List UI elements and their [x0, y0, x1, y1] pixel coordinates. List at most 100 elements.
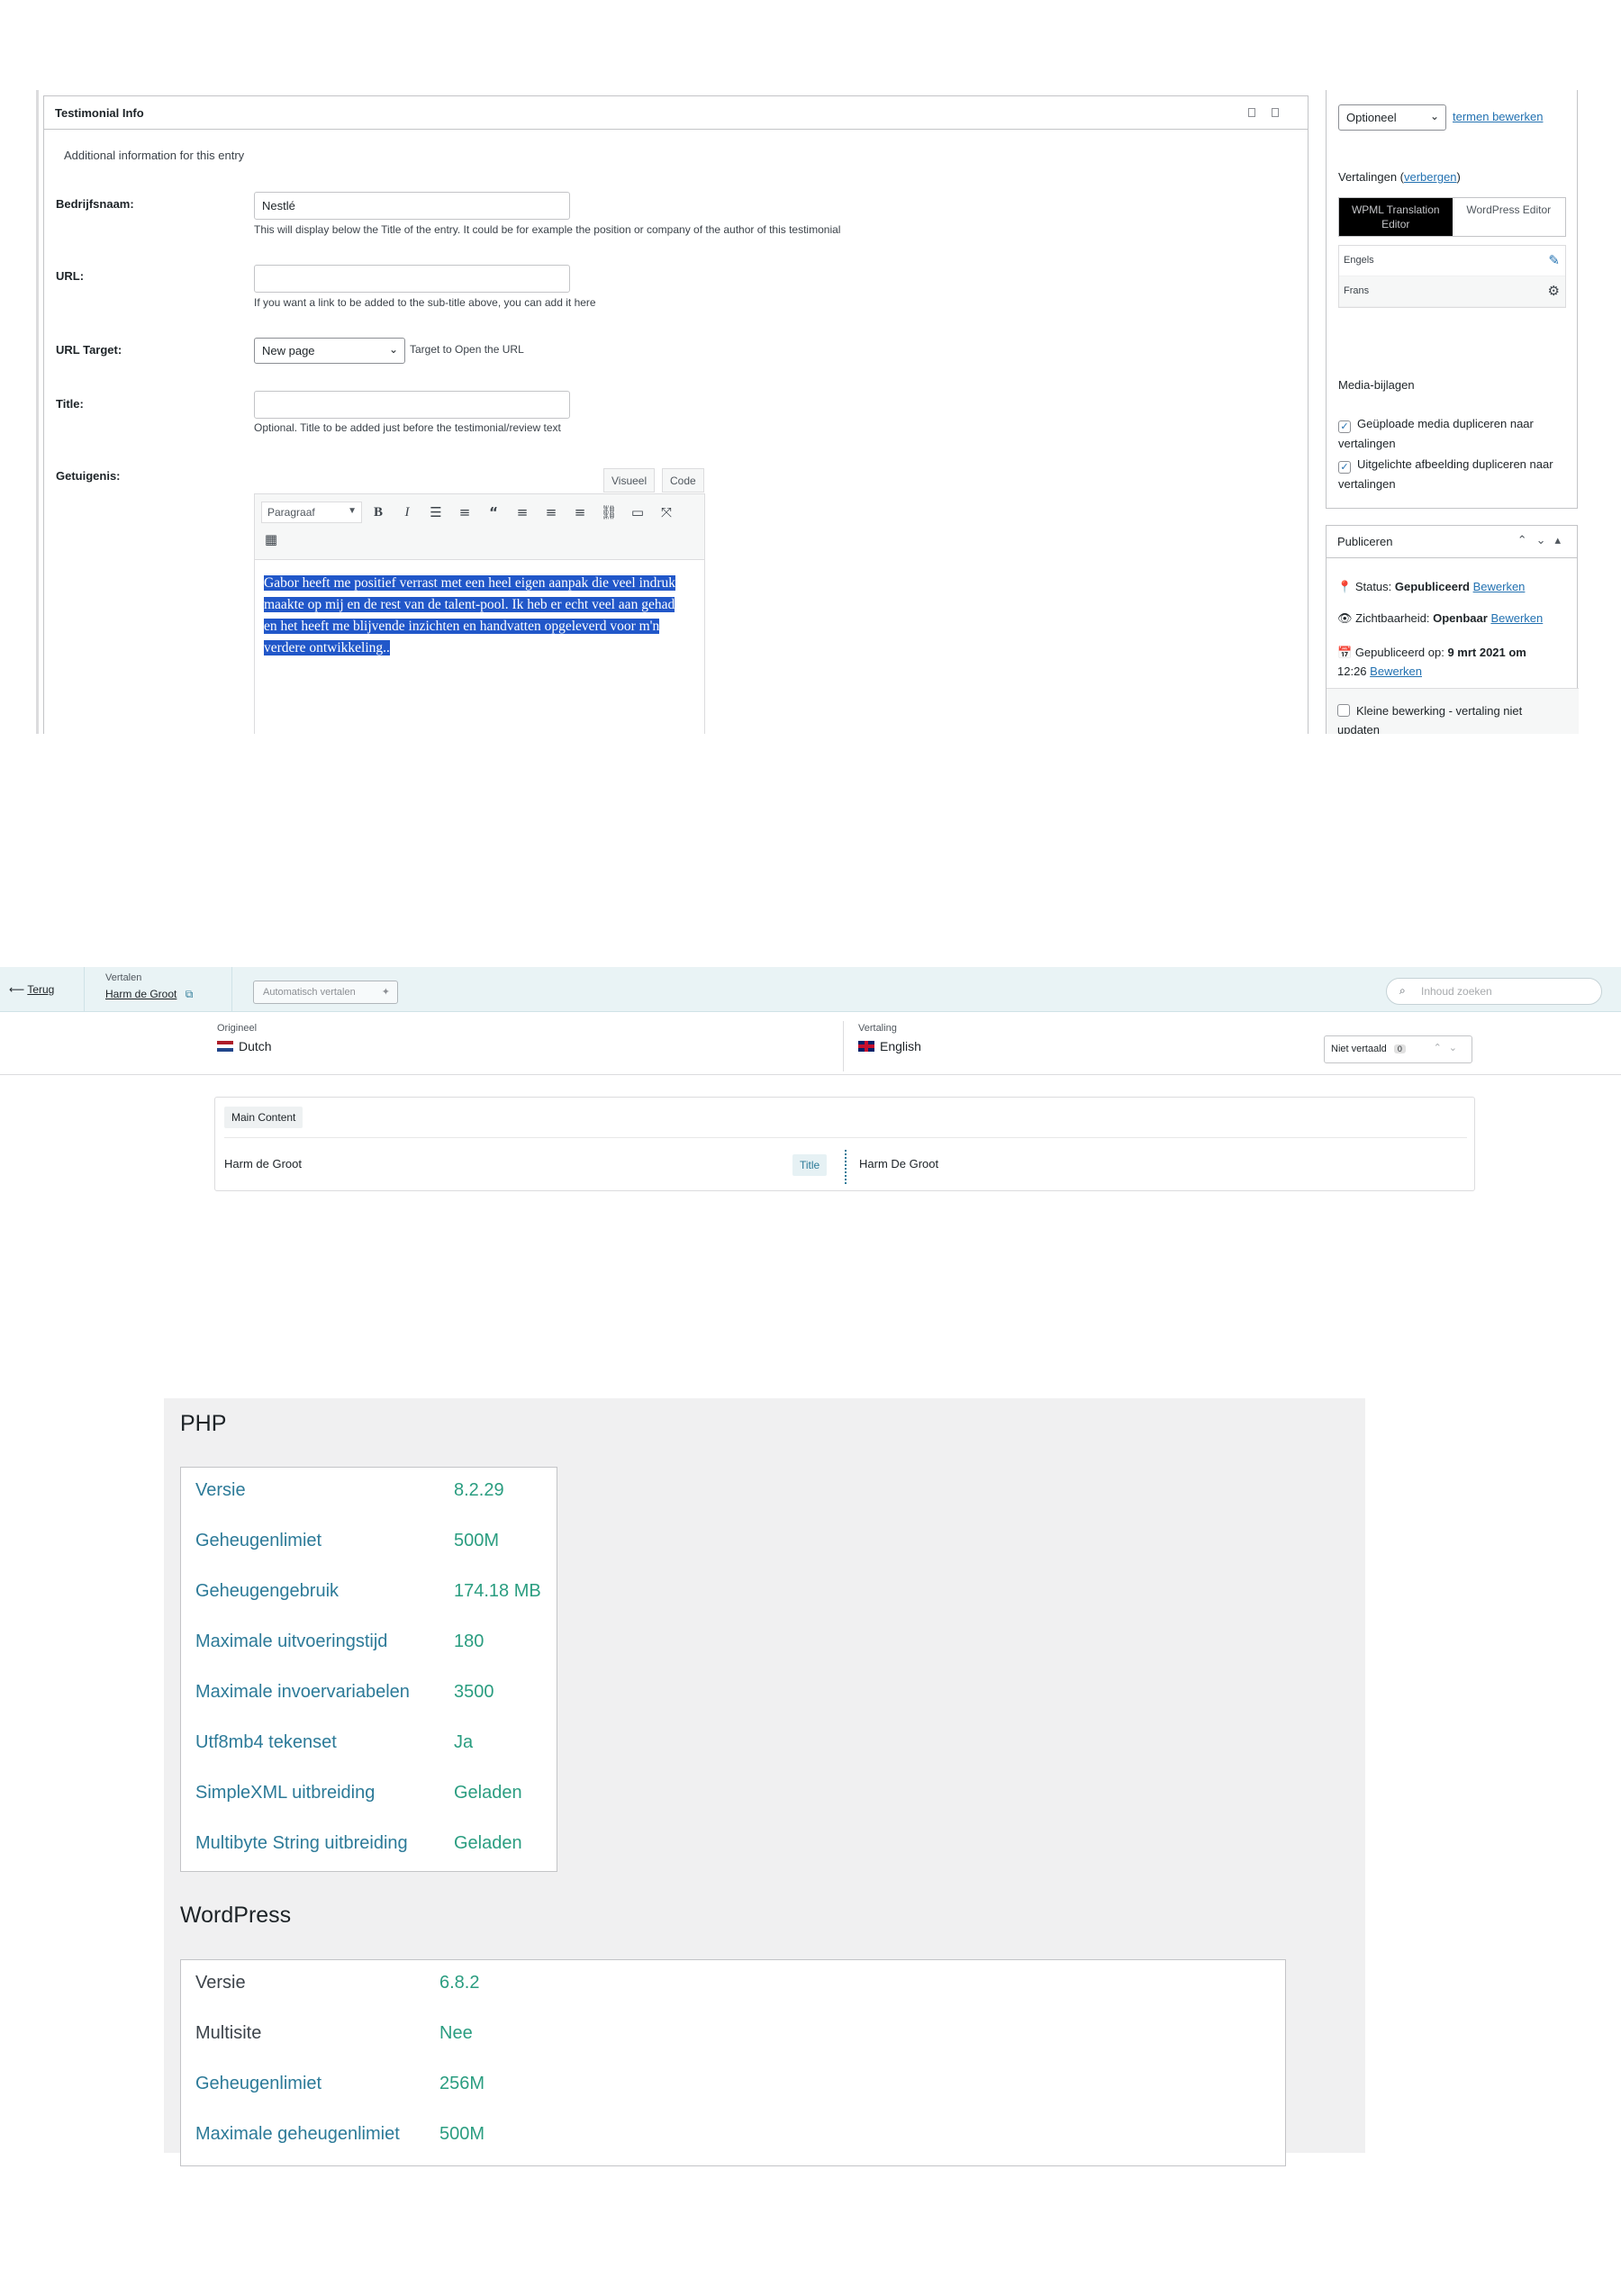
move-up-icon[interactable] [1248, 108, 1255, 117]
link-icon[interactable]: ⛓ [599, 502, 619, 522]
checkbox-checked-icon[interactable]: ✓ [1338, 461, 1351, 474]
url-target-select[interactable]: New page ⌄ [254, 338, 405, 364]
divider [224, 1137, 1467, 1138]
media-option-1[interactable]: ✓ Geüploade media dupliceren naar vertali… [1338, 414, 1568, 454]
table-row: Maximale invoervariabelen 3500 [181, 1669, 557, 1720]
nav-arrows-icon[interactable]: ⌃⌄ [1434, 1042, 1464, 1053]
company-hint: This will display below the Title of the… [254, 223, 841, 236]
visibility-line: 👁 Zichtbaarheid: Openbaar Bewerken [1337, 611, 1543, 626]
field-separator [845, 1150, 847, 1184]
align-center-icon[interactable]: ≡ [541, 502, 561, 522]
post-title-link[interactable]: Harm de Groot ⧉ [105, 988, 193, 1001]
original-language-name: Dutch [239, 1039, 272, 1053]
divider [231, 967, 232, 1012]
align-left-icon[interactable]: ≡ [512, 502, 532, 522]
read-more-icon[interactable]: ▭ [628, 502, 647, 522]
row-key: SimpleXML uitbreiding [195, 1783, 376, 1803]
move-down-icon[interactable] [1272, 108, 1279, 117]
testimony-editor[interactable]: Gabor heeft me positief verrast met een … [254, 559, 705, 734]
translations-hide-link[interactable]: verbergen [1404, 170, 1457, 184]
row-value: 8.2.29 [454, 1480, 504, 1500]
post-title: Harm de Groot [105, 988, 177, 1000]
section-chip: Main Content [224, 1107, 303, 1128]
translation-label: Vertaling [858, 1023, 897, 1034]
testimonial-editor-screen: Testimonial Info Additional information … [0, 0, 1621, 734]
external-link-icon: ⧉ [185, 988, 194, 1000]
row-key: Geheugenlimiet [195, 1531, 322, 1550]
pencil-icon[interactable]: ✎ [1548, 252, 1560, 268]
language-row-engels: Engels ✎ [1339, 246, 1565, 276]
company-input[interactable]: Nestlé [254, 192, 570, 220]
box-title: Testimonial Info [55, 105, 144, 120]
align-right-icon[interactable]: ≡ [570, 502, 590, 522]
status-line: 📍 Status: Gepubliceerd Bewerken [1337, 580, 1525, 594]
auto-translate-button[interactable]: Automatisch vertalen ✦ [253, 981, 398, 1004]
blockquote-icon[interactable]: “ [484, 502, 503, 522]
language-name: Engels [1344, 255, 1374, 266]
visibility-value: Openbaar [1433, 611, 1488, 625]
translations-label: Vertalingen (verbergen) [1338, 170, 1461, 184]
search-input[interactable]: ⌕ Inhoud zoeken [1386, 978, 1602, 1005]
divider [843, 1021, 844, 1071]
target-field-value[interactable]: Harm De Groot [859, 1157, 938, 1171]
edit-terms-link[interactable]: termen bewerken [1453, 110, 1543, 123]
title-input[interactable] [254, 391, 570, 419]
chevron-down-icon: ⌄ [388, 343, 398, 356]
row-value: 500M [454, 1531, 500, 1550]
gear-icon[interactable]: ⚙ [1548, 283, 1560, 299]
row-key: Maximale geheugenlimiet [195, 2124, 400, 2144]
editor-toolbar: Paragraaf ▼ B I ☰ ≡ “ ≡ ≡ ≡ ⛓ ▭ ⤧ ▦ [254, 493, 705, 560]
title-label: Title: [56, 397, 84, 411]
visibility-edit-link[interactable]: Bewerken [1490, 611, 1543, 625]
numbered-list-icon[interactable]: ≡ [455, 502, 475, 522]
fullscreen-icon[interactable]: ⤧ [657, 502, 676, 522]
row-key: Versie [195, 1973, 246, 1993]
row-value: 6.8.2 [439, 1973, 480, 1993]
media-option-2-text: Uitgelichte afbeelding dupliceren naar v… [1338, 457, 1553, 491]
table-row: Geheugenlimiet 500M [181, 1518, 557, 1568]
tab-wpml-editor[interactable]: WPML Translation Editor [1339, 198, 1453, 236]
status-filter-select[interactable]: Niet vertaald 0 ⌃⌄ [1324, 1035, 1472, 1063]
status-count: 0 [1393, 1044, 1406, 1053]
toolbar-toggle-icon[interactable]: ▦ [261, 529, 281, 549]
checkbox-icon[interactable] [1337, 704, 1350, 717]
publish-box: Publiceren ⌃⌄▴ 📍 Status: Gepubliceerd Be… [1326, 525, 1579, 734]
table-row: Versie 8.2.29 [181, 1468, 557, 1518]
bold-icon[interactable]: B [368, 502, 388, 522]
table-row: Multisite Nee [181, 2011, 1285, 2061]
minor-edit-option[interactable]: Kleine bewerking - vertaling niet update… [1337, 701, 1553, 734]
language-name: Frans [1344, 285, 1370, 296]
php-table: Versie 8.2.29 Geheugenlimiet 500M Geheugen… [180, 1467, 557, 1872]
row-value: Ja [454, 1732, 474, 1752]
url-input[interactable] [254, 265, 570, 293]
format-select[interactable]: Paragraaf ▼ [261, 502, 362, 523]
italic-icon[interactable]: I [397, 502, 417, 522]
original-language: Dutch [217, 1039, 272, 1053]
status-edit-link[interactable]: Bewerken [1473, 580, 1526, 593]
row-key: Multisite [195, 2023, 262, 2043]
row-key: Utf8mb4 tekenset [195, 1732, 337, 1752]
tab-code[interactable]: Code [662, 468, 704, 493]
translation-language: English [858, 1039, 921, 1053]
testimony-text[interactable]: Gabor heeft me positief verrast met een … [264, 573, 687, 659]
url-target-value: New page [262, 344, 315, 357]
back-link[interactable]: ⟵ Terug [9, 983, 54, 996]
testimony-selected-text: Gabor heeft me positief verrast met een … [264, 575, 676, 655]
search-placeholder: Inhoud zoeken [1421, 985, 1492, 998]
taxonomy-select[interactable]: Optioneel ⌄ [1338, 104, 1446, 131]
checkbox-checked-icon[interactable]: ✓ [1338, 420, 1351, 433]
media-option-2[interactable]: ✓ Uitgelichte afbeelding dupliceren naar … [1338, 455, 1568, 494]
translation-language-list: Engels ✎ Frans ⚙ [1338, 245, 1566, 308]
editor-choice-tabs: WPML Translation Editor WordPress Editor [1338, 197, 1566, 237]
tab-visual[interactable]: Visueel [603, 468, 656, 493]
caret-down-icon: ▼ [348, 506, 357, 516]
publish-box-controls[interactable]: ⌃⌄▴ [1517, 533, 1570, 547]
source-field-value: Harm de Groot [224, 1157, 302, 1171]
wordpress-table: Versie 6.8.2 Multisite Nee Geheugenlimiet 2… [180, 1959, 1286, 2166]
published-edit-link[interactable]: Bewerken [1370, 664, 1422, 678]
row-key: Geheugengebruik [195, 1581, 340, 1601]
url-target-hint: Target to Open the URL [410, 343, 524, 356]
tab-wordpress-editor[interactable]: WordPress Editor [1452, 198, 1565, 236]
bullet-list-icon[interactable]: ☰ [426, 502, 446, 522]
publish-heading: Publiceren [1337, 535, 1393, 548]
